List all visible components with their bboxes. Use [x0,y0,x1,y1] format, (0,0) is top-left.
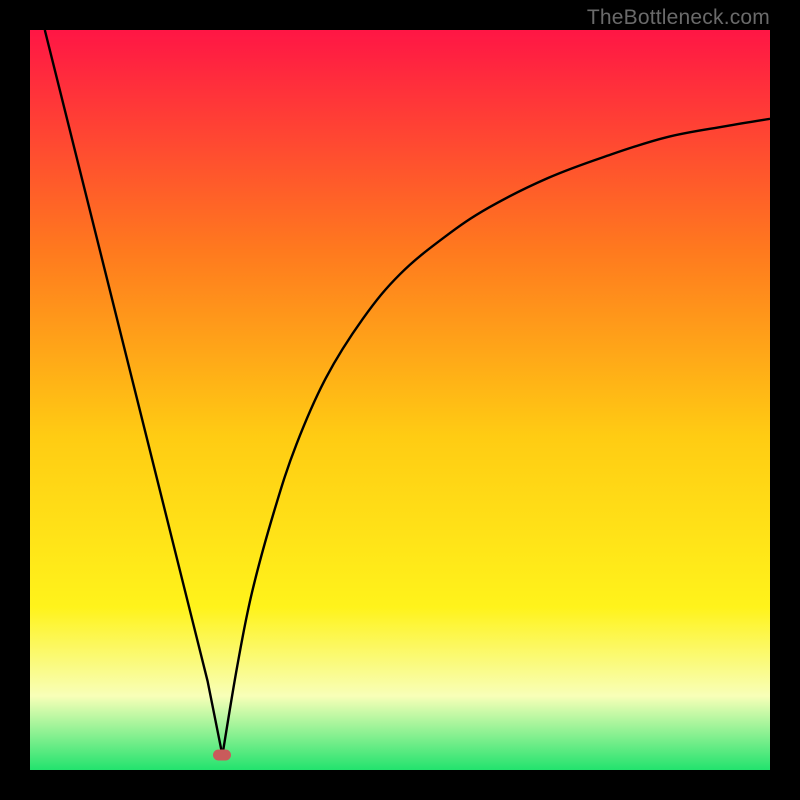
chart-frame [30,30,770,770]
watermark-text: TheBottleneck.com [587,6,770,30]
gradient-background [30,30,770,770]
chart-svg [30,30,770,770]
minimum-marker [213,750,231,761]
